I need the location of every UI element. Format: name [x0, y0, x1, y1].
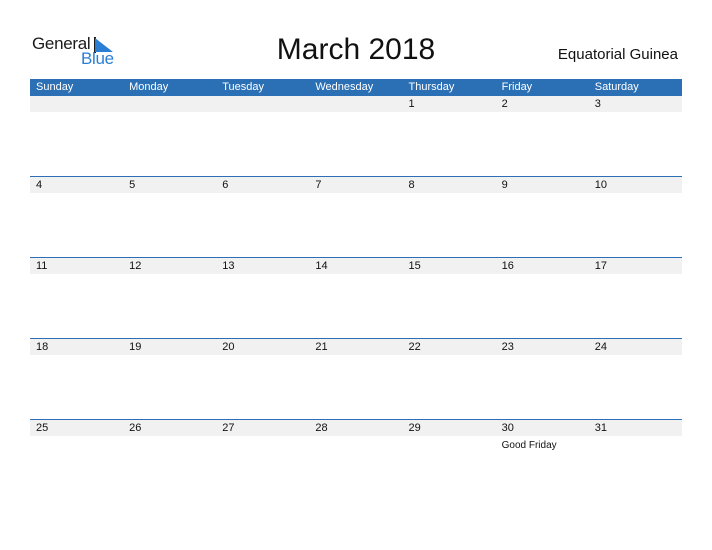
day-cell: 10 — [589, 177, 682, 193]
day-number: 9 — [501, 179, 508, 191]
day-number: 6 — [222, 179, 229, 191]
day-number: 20 — [222, 341, 235, 353]
day-cell: 20 — [216, 339, 309, 355]
day-cell: 31 — [589, 420, 682, 436]
weekday-friday: Friday — [501, 81, 533, 93]
day-number: 3 — [594, 98, 601, 110]
day-cell: 14 — [309, 258, 402, 274]
week-row: 11 12 13 14 15 16 17 — [30, 257, 682, 339]
weekday-thursday: Thursday — [408, 81, 455, 93]
week-row: 18 19 20 21 22 23 24 — [30, 338, 682, 420]
day-number: 7 — [315, 179, 322, 191]
weekday-saturday: Saturday — [594, 81, 639, 93]
day-cell: 2 — [496, 96, 589, 112]
day-cell: 27 — [216, 420, 309, 436]
day-number: 14 — [315, 260, 328, 272]
day-number: 13 — [222, 260, 235, 272]
week-band: 11 12 13 14 15 16 17 — [30, 258, 682, 274]
day-cell: 28 — [309, 420, 402, 436]
day-cell: 4 — [30, 177, 123, 193]
week-row: 1 2 3 — [30, 96, 682, 177]
day-number: 28 — [315, 422, 328, 434]
weekday-wednesday: Wednesday — [315, 81, 374, 93]
day-number: 8 — [408, 179, 415, 191]
week-band: 18 19 20 21 22 23 24 — [30, 339, 682, 355]
day-number: 19 — [129, 341, 142, 353]
day-number: 1 — [408, 98, 415, 110]
day-number: 11 — [36, 260, 48, 272]
day-number: 18 — [36, 341, 49, 353]
day-cell: 1 — [403, 96, 496, 112]
day-cell: 21 — [309, 339, 402, 355]
day-cell: 18 — [30, 339, 123, 355]
weekday-tuesday: Tuesday — [222, 81, 265, 93]
day-cell: 30 Good Friday — [496, 420, 589, 451]
day-number: 5 — [129, 179, 136, 191]
day-cell: 15 — [403, 258, 496, 274]
day-number: 30 — [501, 422, 514, 434]
day-cell: 25 — [30, 420, 123, 436]
day-cell: 5 — [123, 177, 216, 193]
day-number: 16 — [501, 260, 514, 272]
day-cell: 9 — [496, 177, 589, 193]
week-row: 4 5 6 7 8 9 10 — [30, 176, 682, 258]
weekday-monday: Monday — [129, 81, 169, 93]
day-cell: 22 — [403, 339, 496, 355]
day-number: 23 — [501, 341, 514, 353]
day-cell — [30, 96, 123, 112]
calendar-grid: Sunday Monday Tuesday Wednesday Thursday… — [30, 79, 682, 451]
day-cell: 19 — [123, 339, 216, 355]
week-band: 25 26 27 28 29 30 Good Friday 31 — [30, 420, 682, 451]
day-cell: 26 — [123, 420, 216, 436]
day-number: 17 — [594, 260, 607, 272]
day-number: 12 — [129, 260, 142, 272]
week-band: 1 2 3 — [30, 96, 682, 112]
day-number: 29 — [408, 422, 421, 434]
day-number: 10 — [594, 179, 607, 191]
day-cell: 8 — [403, 177, 496, 193]
holiday-label: Good Friday — [501, 440, 557, 451]
day-cell: 13 — [216, 258, 309, 274]
day-cell: 17 — [589, 258, 682, 274]
country-label: Equatorial Guinea — [557, 46, 678, 63]
day-number: 27 — [222, 422, 235, 434]
day-cell: 16 — [496, 258, 589, 274]
day-cell — [309, 96, 402, 112]
weekday-header: Sunday Monday Tuesday Wednesday Thursday… — [30, 79, 682, 96]
day-cell: 11 — [30, 258, 123, 274]
day-cell: 6 — [216, 177, 309, 193]
day-number: 21 — [315, 341, 328, 353]
day-cell: 29 — [403, 420, 496, 436]
weekday-sunday: Sunday — [36, 81, 74, 93]
week-row: 25 26 27 28 29 30 Good Friday 31 — [30, 419, 682, 501]
day-cell — [216, 96, 309, 112]
day-cell: 23 — [496, 339, 589, 355]
week-band: 4 5 6 7 8 9 10 — [30, 177, 682, 193]
day-number: 25 — [36, 422, 49, 434]
day-cell: 12 — [123, 258, 216, 274]
day-number: 15 — [408, 260, 421, 272]
day-number: 31 — [594, 422, 607, 434]
day-number: 22 — [408, 341, 421, 353]
day-cell — [123, 96, 216, 112]
day-number: 4 — [36, 179, 43, 191]
day-cell: 24 — [589, 339, 682, 355]
day-cell: 7 — [309, 177, 402, 193]
day-number: 24 — [594, 341, 607, 353]
day-number: 2 — [501, 98, 508, 110]
day-number: 26 — [129, 422, 142, 434]
day-cell: 3 — [589, 96, 682, 112]
